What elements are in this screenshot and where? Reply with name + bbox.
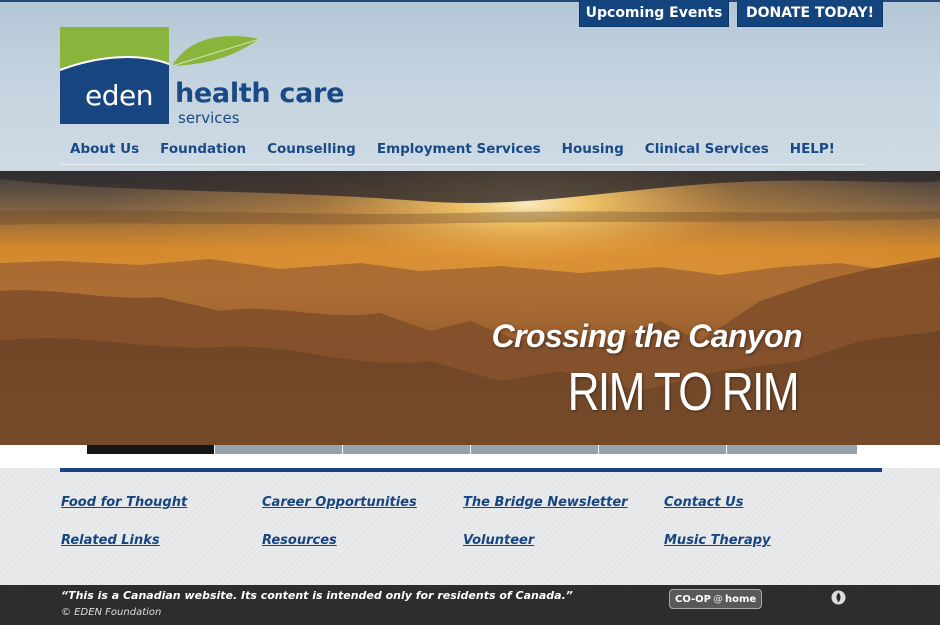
footer-blue-rule [60,468,882,472]
canada-disclaimer: “This is a Canadian website. Its content… [61,589,573,602]
slide-tab-4[interactable] [471,445,598,454]
link-food-for-thought[interactable]: Food for Thought [61,495,187,510]
logo-services-text: services [178,109,240,127]
upcoming-events-button[interactable]: Upcoming Events [579,0,729,27]
nav-foundation[interactable]: Foundation [160,141,246,157]
link-bridge-newsletter[interactable]: The Bridge Newsletter [463,495,628,510]
hero-title: RIM TO RIM [567,362,800,422]
main-nav: About Us Foundation Counselling Employme… [60,134,866,165]
logo-health-care-text: health care [175,78,345,109]
flame-icon[interactable] [831,590,846,605]
slide-tab-6[interactable] [727,445,857,454]
canyon-sunset-image [0,171,940,445]
hero-subtitle: Crossing the Canyon [491,318,803,354]
slider-pager [0,445,940,455]
link-resources[interactable]: Resources [262,533,337,548]
link-contact-us[interactable]: Contact Us [664,495,743,510]
nav-employment-services[interactable]: Employment Services [377,141,541,157]
link-music-therapy[interactable]: Music Therapy [664,533,771,548]
donate-button[interactable]: DONATE TODAY! [737,0,883,27]
coop-at-text: @ [713,593,724,605]
footer-links-section [0,468,940,585]
link-volunteer[interactable]: Volunteer [463,533,534,548]
slide-tab-3[interactable] [343,445,470,454]
slide-tab-1[interactable] [87,445,214,454]
nav-help[interactable]: HELP! [790,141,835,157]
slide-tab-5[interactable] [599,445,726,454]
nav-clinical-services[interactable]: Clinical Services [645,141,769,157]
slide-tab-2[interactable] [215,445,342,454]
copyright-text: © EDEN Foundation [61,607,162,618]
link-career-opportunities[interactable]: Career Opportunities [262,495,417,510]
separator-gap [0,455,940,468]
coop-right-text: home [725,593,757,605]
link-related-links[interactable]: Related Links [61,533,160,548]
nav-about-us[interactable]: About Us [70,141,139,157]
logo-eden-text: eden [85,79,153,112]
nav-housing[interactable]: Housing [562,141,624,157]
hero-banner[interactable]: Crossing the Canyon RIM TO RIM [0,171,940,445]
coop-left-text: CO-OP [675,593,712,605]
nav-counselling[interactable]: Counselling [267,141,356,157]
coop-at-home-logo[interactable]: CO-OP @ home [669,589,763,609]
